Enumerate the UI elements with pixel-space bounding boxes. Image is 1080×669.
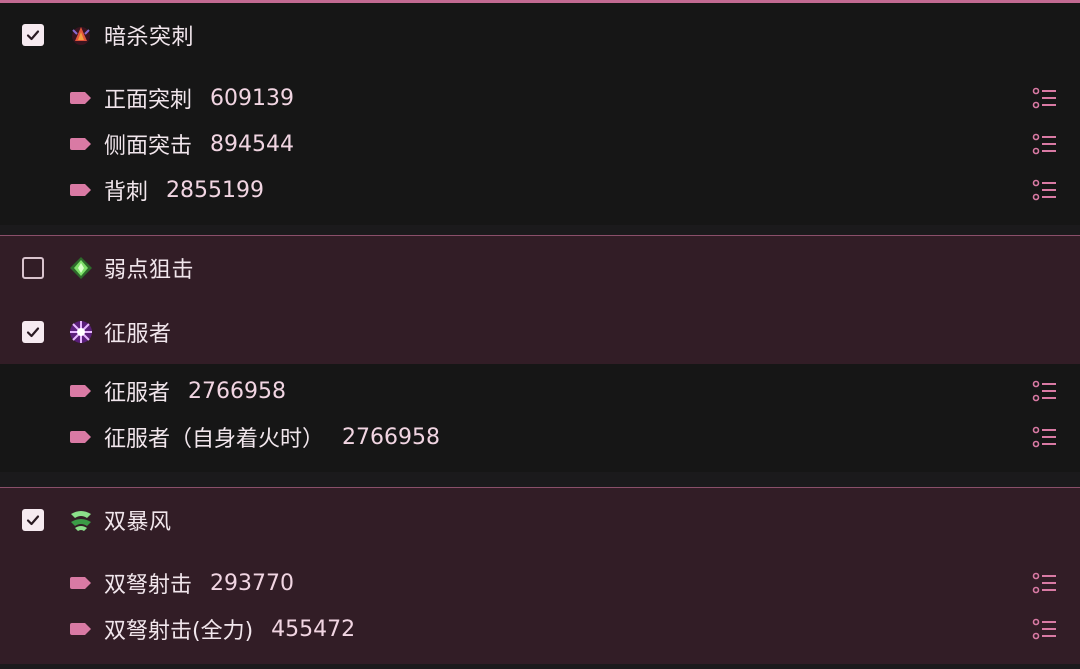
assassin-thrust-icon [72,27,90,45]
skill-group: 弱点狙击 [0,236,1080,300]
group-title: 双暴风 [104,510,172,535]
weakpoint-snipe-icon [70,257,92,279]
twin-storm-icon [71,511,91,531]
details-list-icon[interactable] [1032,179,1058,201]
skill-value: 2766958 [188,378,286,404]
group-checkbox-checked[interactable] [22,509,44,531]
skill-name: 双弩射击(全力) [104,619,254,644]
skill-list-panel: 暗杀突刺 正面突刺 609139 侧面突击 894544 背刺 2855199 … [0,0,1080,669]
skill-value: 2766958 [342,424,440,450]
tag-icon [70,431,91,443]
group-checkbox-checked[interactable] [22,24,44,46]
skill-list: 双弩射击 293770 双弩射击(全力) 455472 [0,552,1080,664]
skill-name: 征服者（自身着火时） [104,427,325,452]
skill-row[interactable]: 征服者 2766958 [0,368,1080,414]
tag-icon [70,138,91,150]
details-list-icon[interactable] [1032,572,1058,594]
skill-group: 暗杀突刺 正面突刺 609139 侧面突击 894544 背刺 2855199 [0,3,1080,236]
skill-name: 双弩射击 [104,573,193,598]
check-icon [26,327,40,338]
group-header[interactable]: 双暴风 [0,488,1080,552]
skill-value: 2855199 [166,177,264,203]
skill-group: 双暴风 双弩射击 293770 双弩射击(全力) 455472 [0,488,1080,669]
skill-name: 征服者 [104,381,171,406]
tag-icon [70,385,91,397]
skill-value: 455472 [271,616,356,642]
details-list-icon[interactable] [1032,380,1058,402]
group-header[interactable]: 征服者 [0,300,1080,364]
skill-value: 609139 [210,85,294,111]
tag-icon [70,623,91,635]
check-icon [26,30,40,41]
skill-row[interactable]: 征服者（自身着火时） 2766958 [0,414,1080,460]
skill-row[interactable]: 双弩射击(全力) 455472 [0,606,1080,652]
group-header[interactable]: 暗杀突刺 [0,3,1080,67]
tag-icon [70,184,91,196]
skill-name: 背刺 [104,180,149,205]
details-list-icon[interactable] [1032,618,1058,640]
group-title: 暗杀突刺 [104,25,195,50]
group-checkbox-checked[interactable] [22,321,44,343]
skill-list: 正面突刺 609139 侧面突击 894544 背刺 2855199 [0,67,1080,225]
tag-icon [70,92,91,104]
group-title: 征服者 [104,322,172,347]
skill-row[interactable]: 正面突刺 609139 [0,75,1080,121]
skill-row[interactable]: 背刺 2855199 [0,167,1080,213]
group-checkbox-unchecked[interactable] [22,257,44,279]
skill-value: 894544 [210,131,294,157]
skill-value: 293770 [210,570,294,596]
details-list-icon[interactable] [1032,87,1058,109]
tag-icon [70,577,91,589]
group-header[interactable]: 弱点狙击 [0,236,1080,300]
group-title: 弱点狙击 [104,258,195,283]
skill-name: 正面突刺 [104,88,193,113]
skill-list: 征服者 2766958 征服者（自身着火时） 2766958 [0,364,1080,472]
conqueror-icon [70,321,92,343]
details-list-icon[interactable] [1032,133,1058,155]
details-list-icon[interactable] [1032,426,1058,448]
check-icon [26,515,40,526]
skill-group: 征服者 征服者 2766958 征服者（自身着火时） 2766958 [0,300,1080,488]
skill-row[interactable]: 侧面突击 894544 [0,121,1080,167]
skill-name: 侧面突击 [104,134,193,159]
skill-row[interactable]: 双弩射击 293770 [0,560,1080,606]
